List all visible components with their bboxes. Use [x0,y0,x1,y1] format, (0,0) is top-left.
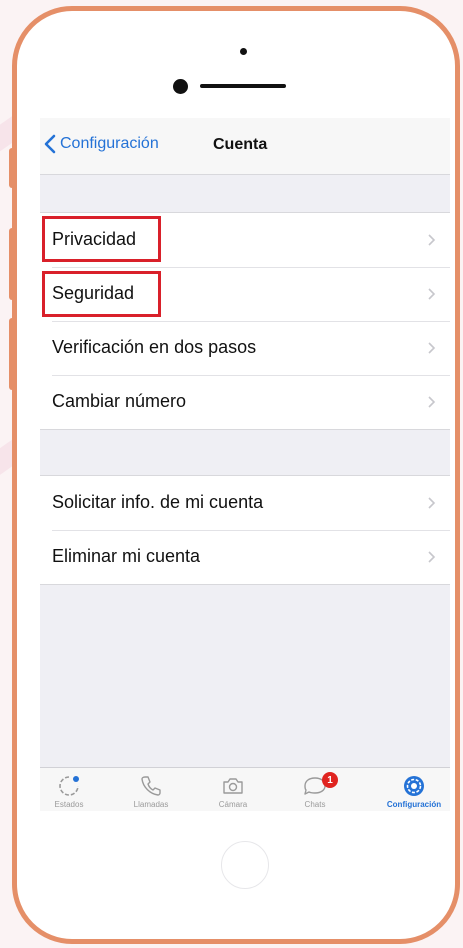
tab-label: Llamadas [133,800,169,809]
page-title: Cuenta [213,136,268,153]
front-camera [173,79,188,94]
home-button[interactable] [221,841,269,889]
chevron-right-icon [428,234,436,246]
chevron-right-icon [428,551,436,563]
highlight-box-seguridad [42,271,161,317]
chevron-right-icon [428,396,436,408]
chevron-left-icon [44,134,56,154]
back-button[interactable]: Configuración [44,134,159,154]
proximity-sensor [240,48,247,55]
status-icon [59,776,79,796]
row-solicitar-info[interactable]: Solicitar info. de mi cuenta [40,476,450,530]
earpiece-speaker [200,84,286,88]
tab-estados[interactable]: Estados [40,768,110,809]
chevron-right-icon [428,288,436,300]
tab-llamadas[interactable]: Llamadas [110,768,192,809]
highlight-box-privacidad [42,216,161,262]
tab-camara[interactable]: Cámara [192,768,274,809]
row-label: Verificación en dos pasos [52,337,257,357]
row-label: Eliminar mi cuenta [52,546,201,566]
phone-icon [141,776,161,796]
navigation-bar: Configuración Cuenta [40,118,450,175]
chevron-right-icon [428,497,436,509]
phone-screen: Configuración Cuenta Privacidad Segurida… [40,118,450,811]
row-eliminar-cuenta[interactable]: Eliminar mi cuenta [40,530,450,584]
chevron-right-icon [428,342,436,354]
row-cambiar-numero[interactable]: Cambiar número [40,375,450,429]
tab-configuracion[interactable]: Configuración [373,768,450,809]
account-data-group: Solicitar info. de mi cuenta Eliminar mi… [40,475,450,585]
tab-chats[interactable]: 1 Chats [274,768,356,809]
row-label: Solicitar info. de mi cuenta [52,492,264,512]
tab-bar: Estados Llamadas Cámara 1 Chats Configur… [40,767,450,811]
row-label: Cambiar número [52,391,187,411]
tab-label: Configuración [386,800,442,809]
settings-icon [404,776,424,796]
tab-label: Estados [54,800,84,809]
tab-label: Cámara [218,800,248,809]
row-verificacion-dos-pasos[interactable]: Verificación en dos pasos [40,321,450,375]
unread-badge: 1 [322,772,338,788]
tab-label: Chats [304,800,326,809]
back-button-label: Configuración [60,135,159,152]
camera-icon [223,778,243,794]
